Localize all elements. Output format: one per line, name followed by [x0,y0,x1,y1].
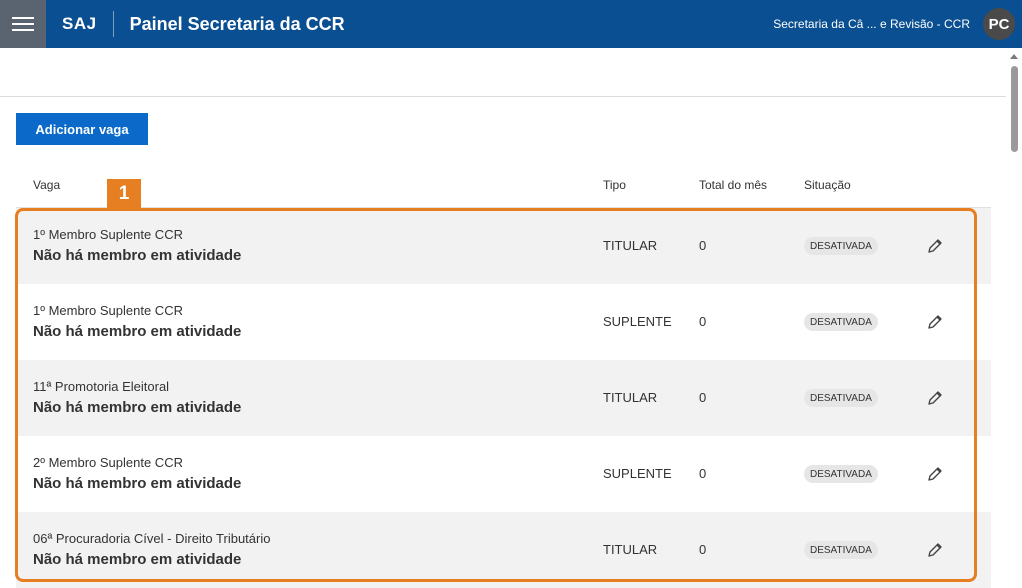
pencil-icon[interactable] [926,313,944,331]
add-vacancy-button[interactable]: Adicionar vaga [16,113,148,145]
pencil-icon[interactable] [926,465,944,483]
table-row[interactable]: 06ª Procuradoria Cível - Direito Tributá… [16,512,991,588]
top-navigation-bar: SAJ Painel Secretaria da CCR Secretaria … [0,0,1022,48]
user-context-label[interactable]: Secretaria da Câ ... e Revisão - CCR [773,17,970,31]
vacancy-member: Não há membro em atividade [33,475,242,492]
page-title: Painel Secretaria da CCR [129,13,345,34]
header-divider [112,11,114,37]
menu-button[interactable] [0,0,46,48]
table-row[interactable]: 11ª Promotoria Eleitoral Não há membro e… [16,360,991,436]
vacancy-total: 0 [699,238,707,253]
table-row[interactable]: 2º Membro Suplente CCR Não há membro em … [16,436,991,512]
hamburger-icon [12,17,34,19]
annotation-label: 1 [107,179,141,209]
vacancy-type: SUPLENTE [603,466,672,481]
vacancy-type: TITULAR [603,390,658,405]
vacancy-member: Não há membro em atividade [33,323,242,340]
column-header-tipo: Tipo [603,178,626,192]
vacancy-name: 1º Membro Suplente CCR [33,227,183,242]
brand-logo[interactable]: SAJ [62,14,97,34]
vacancy-member: Não há membro em atividade [33,247,242,264]
table-row[interactable]: 1º Membro Suplente CCR Não há membro em … [16,284,991,360]
vacancy-name: 1º Membro Suplente CCR [33,303,183,318]
subheader-area [0,48,1006,97]
pencil-icon[interactable] [926,237,944,255]
vacancy-type: TITULAR [603,238,658,253]
status-badge: DESATIVADA [804,389,878,407]
scroll-thumb[interactable] [1011,66,1018,152]
vacancy-member: Não há membro em atividade [33,399,242,416]
avatar[interactable]: PC [983,8,1015,40]
pencil-icon[interactable] [926,541,944,559]
column-header-total: Total do mês [699,178,768,192]
pencil-icon[interactable] [926,389,944,407]
table-row[interactable]: 1º Membro Suplente CCR Não há membro em … [16,208,991,284]
table-body: 1º Membro Suplente CCR Não há membro em … [16,208,991,588]
vacancy-total: 0 [699,390,707,405]
vacancy-name: 2º Membro Suplente CCR [33,455,183,470]
status-badge: DESATIVADA [804,313,878,331]
vertical-scrollbar[interactable] [1006,48,1022,587]
table-header: Vaga Tipo Total do mês Situação [16,168,991,208]
vacancy-name: 06ª Procuradoria Cível - Direito Tributá… [33,531,271,546]
vacancy-name: 11ª Promotoria Eleitoral [33,379,170,394]
scroll-up-arrow-icon[interactable] [1010,54,1018,59]
vacancy-total: 0 [699,542,707,557]
status-badge: DESATIVADA [804,237,878,255]
vacancy-type: SUPLENTE [603,314,672,329]
status-badge: DESATIVADA [804,541,878,559]
vacancy-member: Não há membro em atividade [33,551,242,568]
vacancy-total: 0 [699,466,707,481]
status-badge: DESATIVADA [804,465,878,483]
vacancy-total: 0 [699,314,707,329]
vacancy-type: TITULAR [603,542,658,557]
column-header-vaga: Vaga [33,178,61,192]
column-header-situacao: Situação [804,178,851,192]
